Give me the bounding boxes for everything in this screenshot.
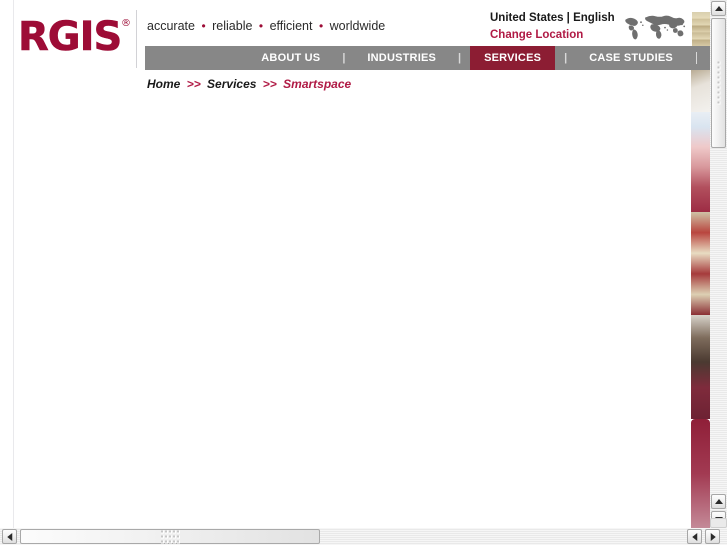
arrow-up-icon (714, 5, 723, 11)
tagline-word-worldwide: worldwide (329, 19, 386, 33)
scroll-right-button[interactable] (705, 529, 720, 544)
crimson-panel-photo (691, 419, 710, 528)
world-map-icon (625, 15, 686, 40)
nav-item-industries[interactable]: INDUSTRIES (354, 46, 449, 70)
bullet-icon: • (318, 19, 324, 33)
scroll-left-button-secondary[interactable] (687, 529, 702, 544)
header-product-photo (692, 12, 710, 48)
left-gutter (0, 0, 14, 528)
breadcrumb-home[interactable]: Home (147, 77, 180, 91)
page-viewport: RGIS ® accurate • reliable • efficient •… (0, 0, 710, 528)
nav-separator: | (564, 52, 568, 64)
main-content-area (14, 96, 688, 528)
grip-dots-icon (161, 530, 180, 543)
employee-portrait-photo (691, 315, 710, 419)
breadcrumb-services[interactable]: Services (207, 77, 256, 91)
tagline-word-reliable: reliable (212, 19, 253, 33)
nav-item-case-studies[interactable]: CASE STUDIES (576, 46, 686, 70)
breadcrumb-separator: >> (262, 77, 277, 91)
vertical-scrollbar[interactable] (710, 0, 727, 528)
nav-separator: | (458, 52, 462, 64)
registered-trademark-icon: ® (121, 18, 131, 29)
arrow-left-icon (691, 532, 697, 541)
photo-strip (691, 52, 710, 528)
locale-country-language: United States | English (490, 12, 615, 24)
horizontal-scrollbar[interactable] (0, 528, 727, 545)
main-navigation: ABOUT US | INDUSTRIES | SERVICES | CASE … (145, 46, 710, 70)
change-location-link[interactable]: Change Location (490, 28, 615, 42)
locale-block: United States | English Change Location (490, 11, 615, 42)
horizontal-scrollbar-thumb[interactable] (20, 529, 320, 544)
scroll-up-button-bottom[interactable] (711, 494, 726, 509)
bullet-icon: • (201, 19, 206, 33)
nav-overlay-band (685, 48, 710, 70)
nav-overlay-separator (696, 52, 697, 64)
breadcrumb-separator: >> (186, 77, 201, 91)
nav-item-about-us[interactable]: ABOUT US (248, 46, 333, 70)
nav-separator: | (342, 52, 346, 64)
logo-text: RGIS (18, 14, 123, 60)
arrow-right-icon (710, 532, 716, 541)
scroll-up-button-top[interactable] (711, 1, 726, 16)
tagline: accurate • reliable • efficient • worldw… (147, 19, 385, 33)
breadcrumb-current-smartspace: Smartspace (283, 77, 352, 91)
bullet-icon: • (258, 19, 264, 33)
store-aisle-employee-photo (691, 212, 710, 315)
scroll-left-button[interactable] (2, 529, 17, 544)
vertical-scrollbar-thumb[interactable] (711, 18, 726, 148)
breadcrumb: Home >> Services >> Smartspace (147, 77, 351, 91)
scrollbar-corner (710, 518, 727, 528)
arrow-up-icon (714, 498, 723, 504)
hand-scanning-photo (691, 112, 710, 212)
tagline-word-accurate: accurate (147, 19, 195, 33)
tagline-word-efficient: efficient (269, 19, 313, 33)
nav-item-services[interactable]: SERVICES (470, 46, 556, 70)
grip-dots-icon (717, 61, 720, 105)
header-divider (136, 10, 137, 68)
arrow-left-icon (6, 532, 12, 541)
rgis-logo[interactable]: RGIS ® (18, 14, 131, 64)
